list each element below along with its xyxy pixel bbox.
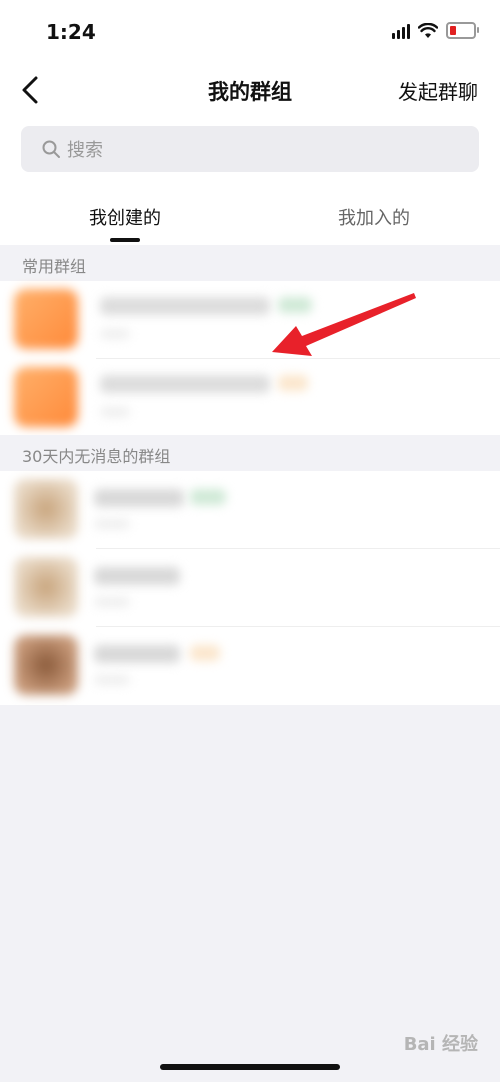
section-header-inactive: 30天内无消息的群组 bbox=[0, 435, 500, 471]
tab-joined[interactable]: 我加入的 bbox=[311, 204, 437, 230]
group-name-blurred bbox=[94, 645, 180, 663]
group-row[interactable] bbox=[0, 281, 500, 359]
home-indicator bbox=[160, 1064, 340, 1070]
search-area: 搜索 bbox=[0, 118, 500, 190]
status-time: 1:24 bbox=[46, 20, 96, 44]
status-icons bbox=[392, 22, 479, 39]
watermark: Bai 经验 bbox=[403, 1034, 478, 1055]
group-subtitle-blurred bbox=[100, 329, 130, 339]
group-row[interactable] bbox=[0, 549, 500, 627]
group-row[interactable] bbox=[0, 471, 500, 549]
group-tag-blurred bbox=[278, 297, 312, 313]
nav-bar: 我的群组 发起群聊 bbox=[0, 60, 500, 118]
section-title-inactive: 30天内无消息的群组 bbox=[22, 447, 171, 466]
group-avatar bbox=[14, 367, 78, 427]
tab-bar: 我创建的 我加入的 bbox=[0, 190, 500, 246]
group-name-blurred bbox=[100, 297, 270, 315]
group-avatar bbox=[14, 557, 78, 617]
section-title-frequent: 常用群组 bbox=[22, 257, 87, 276]
tab-indicator bbox=[110, 238, 140, 242]
frequent-group-list bbox=[0, 281, 500, 437]
group-avatar bbox=[14, 289, 78, 349]
status-bar: 1:24 bbox=[0, 0, 500, 60]
battery-icon bbox=[446, 22, 479, 39]
group-tag-blurred bbox=[278, 375, 308, 391]
group-row[interactable] bbox=[0, 359, 500, 437]
group-subtitle-blurred bbox=[94, 519, 130, 529]
start-group-chat-button[interactable]: 发起群聊 bbox=[398, 76, 478, 105]
section-header-frequent: 常用群组 bbox=[0, 245, 500, 281]
signal-icon bbox=[392, 23, 410, 39]
search-icon bbox=[42, 140, 60, 158]
wifi-icon bbox=[418, 22, 438, 38]
inactive-group-list bbox=[0, 471, 500, 705]
group-tag-blurred bbox=[190, 489, 226, 505]
group-subtitle-blurred bbox=[94, 675, 130, 685]
group-name-blurred bbox=[100, 375, 270, 393]
group-name-blurred bbox=[94, 567, 180, 585]
group-name-blurred bbox=[94, 489, 184, 507]
search-placeholder: 搜索 bbox=[67, 140, 103, 161]
tab-created[interactable]: 我创建的 bbox=[62, 204, 188, 230]
group-avatar bbox=[14, 635, 78, 695]
group-subtitle-blurred bbox=[100, 407, 130, 417]
search-input[interactable]: 搜索 bbox=[21, 126, 479, 172]
group-subtitle-blurred bbox=[94, 597, 130, 607]
group-avatar bbox=[14, 479, 78, 539]
group-tag-blurred bbox=[190, 645, 220, 661]
group-row[interactable] bbox=[0, 627, 500, 705]
